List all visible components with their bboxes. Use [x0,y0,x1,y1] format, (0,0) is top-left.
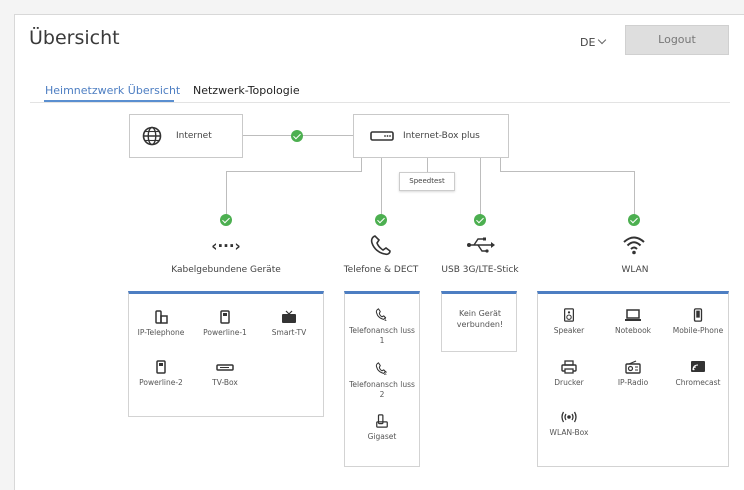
phone-1-icon: 1 [375,308,387,322]
wired-category-label: Kabelgebundene Geräte [171,265,281,275]
device-ip-telephone[interactable]: IP-Telephone [133,310,189,338]
language-selector[interactable]: DE [580,35,607,49]
speaker-icon [564,308,574,322]
wired-devices-panel: IP-Telephone Powerline-1 Smart-TV Powerl… [128,291,324,417]
language-value[interactable]: DE [580,36,595,49]
device-telefonanschluss-2[interactable]: 2 Telefonansch luss 2 [349,362,415,400]
device-label: Mobile-Phone [672,326,724,335]
page-title: Übersicht [29,27,120,49]
phone-devices-panel: 1 Telefonansch luss 1 2 Telefonansch lus… [344,291,420,467]
usb-devices-panel: Kein Gerät verbunden! [441,291,517,352]
internet-status-check-icon [291,130,303,142]
usb-link-line [480,158,481,218]
device-wlan-box[interactable]: WLAN-Box [544,410,594,438]
speedtest-link-line [427,158,428,172]
device-telefonanschluss-1[interactable]: 1 Telefonansch luss 1 [349,308,415,346]
device-label: Telefonansch luss 1 [349,326,415,345]
device-label: IP-Telephone [137,328,185,337]
wlan-devices-panel: Speaker Notebook Mobile-Phone Drucker IP… [537,291,729,467]
internet-node[interactable]: Internet [129,114,243,158]
wired-status-check-icon [220,214,232,226]
device-tv-box[interactable]: TV-Box [197,360,253,388]
ip-phone-icon [155,310,168,324]
dect-phone-icon [376,414,388,428]
wired-link-line-h [226,171,361,172]
powerline-icon [220,310,230,324]
device-powerline-1[interactable]: Powerline-1 [197,310,253,338]
internet-box-label: Internet-Box plus [403,131,480,141]
device-smart-tv[interactable]: Smart-TV [261,310,317,338]
wlan-link-line-h [500,171,635,172]
internet-label: Internet [176,131,212,141]
wlan-link-line-up [500,158,501,172]
tv-icon [282,310,296,323]
device-notebook[interactable]: Notebook [608,308,658,336]
globe-icon [142,126,162,146]
mobile-icon [693,308,703,322]
device-ip-radio[interactable]: IP-Radio [608,360,658,388]
device-speaker[interactable]: Speaker [544,308,594,336]
wlan-box-icon [561,411,577,423]
device-label: Smart-TV [271,328,307,337]
device-gigaset[interactable]: Gigaset [349,414,415,442]
device-drucker[interactable]: Drucker [544,360,594,388]
device-label: WLAN-Box [549,428,589,437]
no-device-message: Kein Gerät verbunden! [456,309,504,329]
usb-icon [467,237,495,253]
printer-icon [561,360,577,374]
device-label: Notebook [614,326,652,335]
phone-link-line [381,158,382,218]
device-label: IP-Radio [617,378,649,387]
radio-icon [625,360,641,374]
speedtest-button[interactable]: Speedtest [399,172,455,191]
laptop-icon [625,309,641,321]
phone-2-icon: 2 [375,362,387,376]
device-powerline-2[interactable]: Powerline-2 [133,360,189,388]
usb-category-label: USB 3G/LTE-Stick [441,265,519,275]
device-label: Drucker [554,378,584,387]
phone-category-label: Telefone & DECT [343,265,419,275]
wifi-icon [623,236,645,255]
logout-button[interactable]: Logout [625,25,729,55]
wlan-category-label: WLAN [621,265,649,275]
device-label: Powerline-2 [139,378,183,387]
tab-divider [30,102,730,103]
powerline-icon [156,360,166,374]
tv-box-icon [216,364,234,371]
device-label: Telefonansch luss 2 [349,380,415,399]
ethernet-icon: ‹···› [211,237,241,255]
svg-text:2: 2 [384,371,387,376]
chevron-down-icon[interactable] [598,35,607,45]
device-label: Speaker [553,326,585,335]
device-label: TV-Box [212,378,238,387]
device-chromecast[interactable]: Chromecast [671,360,725,388]
wired-link-line-up [361,158,362,172]
device-label: Gigaset [367,432,397,441]
device-label: Powerline-1 [203,328,247,337]
router-icon [370,131,394,141]
wlan-status-check-icon [628,214,640,226]
internet-box-node[interactable]: Internet-Box plus [353,114,509,158]
wired-link-line-down [226,171,227,218]
tab-heimnetzwerk-uebersicht[interactable]: Heimnetzwerk Übersicht [45,84,180,97]
usb-status-check-icon [474,214,486,226]
phone-status-check-icon [375,214,387,226]
tab-netzwerk-topologie[interactable]: Netzwerk-Topologie [193,84,300,97]
svg-text:1: 1 [384,317,387,322]
device-mobile-phone[interactable]: Mobile-Phone [671,308,725,336]
wlan-link-line-down [634,171,635,218]
cast-icon [691,361,705,372]
phone-icon [370,235,391,256]
device-label: Chromecast [675,378,721,387]
